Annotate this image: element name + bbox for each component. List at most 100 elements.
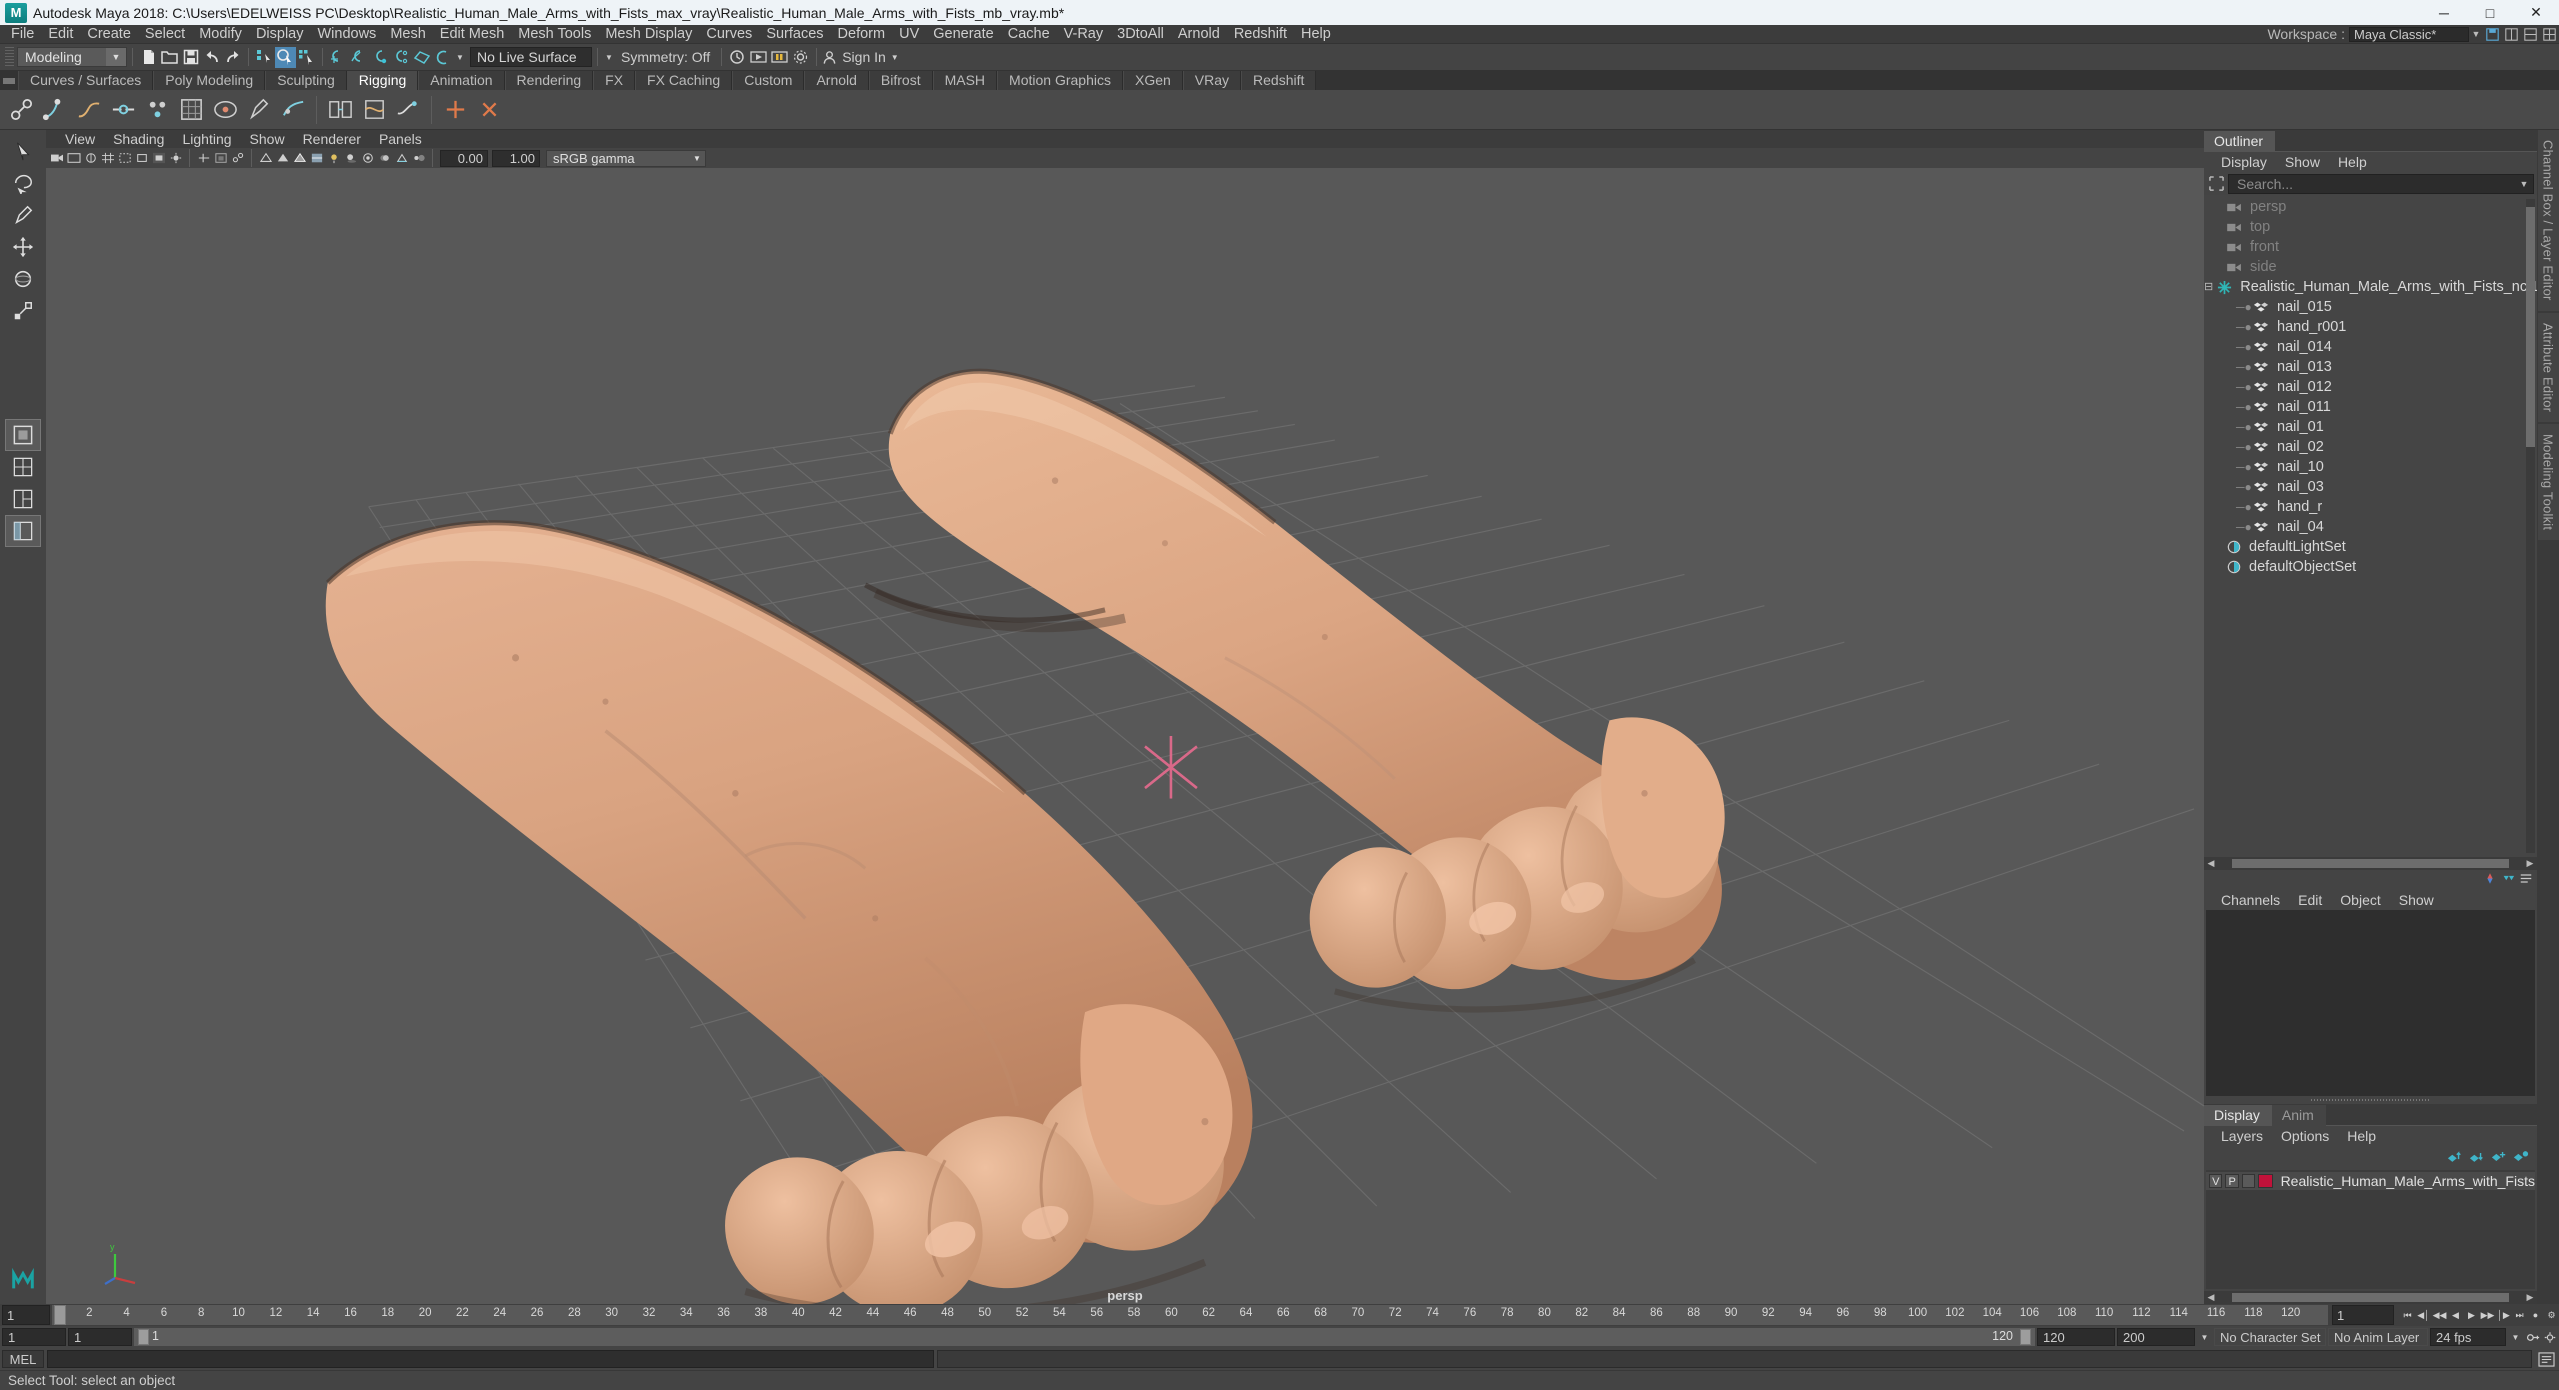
viewport-layout-three-button[interactable] [6,484,40,514]
new-scene-button[interactable] [138,47,159,68]
xray-icon[interactable] [212,150,229,167]
panel-resize-handle[interactable] [2204,1096,2537,1104]
range-slider[interactable]: 1 120 [134,1328,2035,1346]
shelf-lattice-icon[interactable] [175,94,207,126]
viewport-layout-four-button[interactable] [6,452,40,482]
shelf-tab-vray[interactable]: VRay [1182,71,1242,90]
shelf-tab-rigging[interactable]: Rigging [346,71,419,90]
channel-box-body[interactable] [2206,910,2535,1096]
menu-3dtoall[interactable]: 3DtoAll [1110,25,1171,44]
film-gate-icon[interactable] [116,150,133,167]
outliner-horizontal-scrollbar[interactable]: ◀ ▶ [2204,857,2537,870]
search-chevron-down-icon[interactable]: ▼ [2515,179,2533,189]
menu-deform[interactable]: Deform [831,25,893,44]
shelf-cluster-icon[interactable] [141,94,173,126]
menu-display[interactable]: Display [249,25,311,44]
outliner-item[interactable]: top [2204,217,2537,237]
shelf-tab-mash[interactable]: MASH [932,71,998,90]
range-options-chevron-down-icon[interactable]: ▼ [2197,1329,2212,1345]
isolate-select-icon[interactable] [195,150,212,167]
sign-in-control[interactable]: Sign In ▼ [822,49,899,65]
shelf-tab-animation[interactable]: Animation [418,71,505,90]
gamma-value-field[interactable]: 1.00 [492,149,540,167]
shelf-paint-weights-icon[interactable] [243,94,275,126]
menu-mesh-tools[interactable]: Mesh Tools [511,25,598,44]
render-settings-button[interactable] [790,47,811,68]
shelf-joint-tool-icon[interactable] [5,94,37,126]
snap-to-grid-button[interactable] [328,47,349,68]
history-toggle-button[interactable] [727,47,748,68]
smooth-shading-icon[interactable] [274,150,291,167]
menu-file[interactable]: File [4,25,41,44]
shelf-ik-spline-icon[interactable] [73,94,105,126]
workspace-selector[interactable]: Maya Classic* [2349,26,2469,42]
render-current-frame-button[interactable] [748,47,769,68]
outliner-item[interactable]: ─● nail_03 [2204,477,2537,497]
smooth-wireframe-icon[interactable] [291,150,308,167]
xray-joints-icon[interactable] [229,150,246,167]
ipr-render-button[interactable] [769,47,790,68]
layer-color-swatch[interactable] [2258,1174,2273,1188]
outliner-item[interactable]: ─● nail_011 [2204,397,2537,417]
shelf-tab-sculpting[interactable]: Sculpting [265,71,347,90]
sign-in-chevron-down-icon[interactable]: ▼ [891,53,899,62]
select-by-object-type-button[interactable] [275,46,296,68]
move-tool-button[interactable] [6,232,40,262]
auto-key-toggle-icon[interactable] [2525,1329,2540,1345]
fps-chevron-down-icon[interactable]: ▼ [2508,1329,2523,1345]
outliner-item[interactable]: ─● nail_01 [2204,417,2537,437]
workspace-save-icon[interactable] [2484,27,2501,42]
move-layer-up-icon[interactable] [2447,1148,2463,1168]
viewport-menu-renderer[interactable]: Renderer [294,131,370,147]
shelf-tab-poly-modeling[interactable]: Poly Modeling [153,71,266,90]
layer-state-toggle[interactable] [2241,1174,2256,1188]
outliner-tree[interactable]: persp top front side ⊟ Realistic_Human_Male_A… [2204,195,2537,857]
vertical-tab-attribute-editor[interactable]: Attribute Editor [2537,312,2559,424]
layer-visibility-toggle[interactable]: V [2209,1174,2223,1188]
outliner-item[interactable]: defaultLightSet [2204,537,2537,557]
range-end-field[interactable]: 120 [2037,1328,2115,1346]
vertical-tab-channel-box-layer-editor[interactable]: Channel Box / Layer Editor [2537,130,2559,313]
outliner-item[interactable]: ─● nail_014 [2204,337,2537,357]
shelf-remove-influence-icon[interactable] [473,94,505,126]
outliner-item[interactable]: defaultObjectSet [2204,557,2537,577]
textured-shading-icon[interactable] [308,150,325,167]
shelf-tab-custom[interactable]: Custom [732,71,805,90]
scroll-right-arrow-icon[interactable]: ▶ [2523,858,2537,869]
layer-tab-anim[interactable]: Anim [2271,1105,2326,1126]
paint-select-tool-button[interactable] [6,200,40,230]
menu-select[interactable]: Select [138,25,192,44]
symmetry-chevron-down-icon[interactable]: ▼ [603,47,615,68]
exposure-icon[interactable] [167,150,184,167]
use-all-lights-icon[interactable] [325,150,342,167]
playback-end-field[interactable]: 200 [2117,1328,2195,1346]
menu-redshift[interactable]: Redshift [1227,25,1294,44]
channel-box-icon-2[interactable] [2501,870,2515,890]
script-editor-button[interactable] [2535,1351,2557,1367]
snap-to-curve-button[interactable] [349,47,370,68]
menu-cache[interactable]: Cache [1001,25,1057,44]
outliner-item[interactable]: front [2204,237,2537,257]
go-to-start-button[interactable]: ⏮ [2400,1307,2415,1323]
outliner-item[interactable]: ⊟ Realistic_Human_Male_Arms_with_Fists_nc… [2204,277,2537,297]
layer-horizontal-scrollbar[interactable]: ◀ ▶ [2204,1291,2537,1304]
step-forward-key-button[interactable]: ▶▶ [2480,1307,2495,1323]
depth-of-field-icon[interactable] [410,150,427,167]
menu-mesh-display[interactable]: Mesh Display [598,25,699,44]
shelf-smooth-skin-icon[interactable] [277,94,309,126]
go-to-end-button[interactable]: ⏭ [2512,1307,2527,1323]
time-slider-ticks[interactable]: 2 4 6 8 10 12 14 16 18 20 22 24 26 28 30 32 34 36 38 40 42 44… [52,1305,2328,1325]
panel-layout-2-icon[interactable] [2522,27,2539,42]
scroll-left-arrow-icon[interactable]: ◀ [2204,858,2218,869]
range-slider-left-handle[interactable] [138,1329,149,1345]
shelf-skin-bind-icon[interactable] [209,94,241,126]
outliner-menu-display[interactable]: Display [2212,154,2276,170]
camera-attributes-icon[interactable] [65,150,82,167]
menu-mesh[interactable]: Mesh [383,25,432,44]
outliner-item[interactable]: ─● nail_015 [2204,297,2537,317]
close-button[interactable]: ✕ [2513,0,2559,25]
menu-uv[interactable]: UV [892,25,926,44]
shelf-tab-fx-caching[interactable]: FX Caching [635,71,733,90]
layer-menu-layers[interactable]: Layers [2212,1128,2272,1144]
color-space-selector[interactable]: sRGB gamma ▼ [546,149,706,167]
